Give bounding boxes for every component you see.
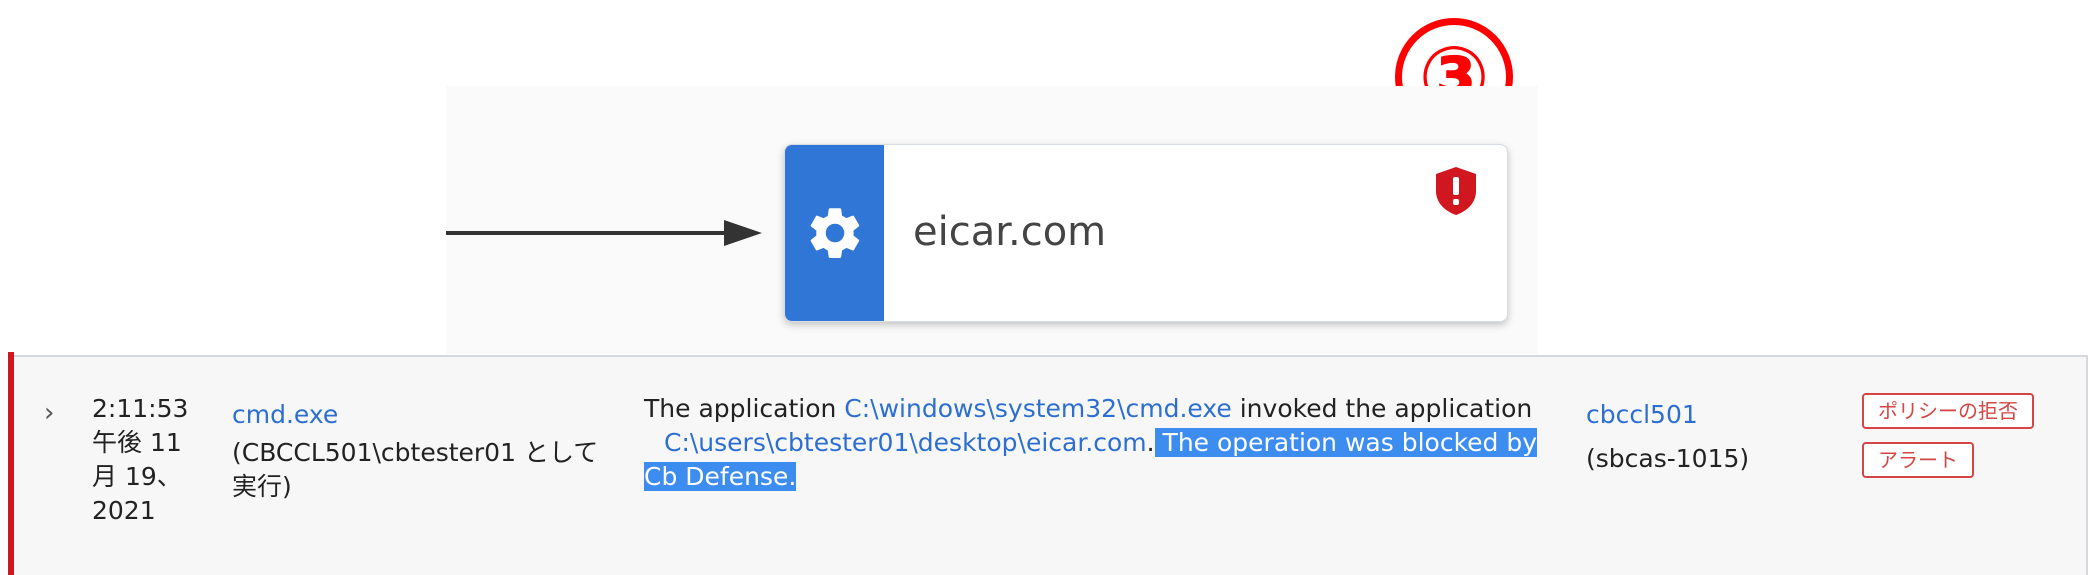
event-process: cmd.exe (CBCCL501\cbtester01 として 実行) (232, 398, 622, 504)
description-line-2: C:\users\cbtester01\desktop\eicar.com. T… (644, 426, 1564, 460)
event-time: 2:11:53 午後 11 月 19、 2021 (92, 392, 192, 528)
event-description: The application C:\windows\system32\cmd.… (644, 392, 1564, 494)
description-text: . (1146, 428, 1155, 457)
description-text: The application (644, 394, 845, 423)
policy-deny-badge: ポリシーの拒否 (1862, 393, 2034, 429)
event-device: cbccl501 (sbcas-1015) (1586, 398, 1806, 476)
screenshot-stage: ③ eicar.com › 2:11:53 午後 11 月 19、 2021 c… (0, 0, 2094, 575)
graph-edge-arrowhead (724, 220, 762, 246)
event-row-severity-bar (8, 352, 14, 575)
target-path-link[interactable]: C:\users\cbtester01\desktop\eicar.com (664, 428, 1147, 457)
process-name-link[interactable]: cmd.exe (232, 398, 622, 432)
device-name-link[interactable]: cbccl501 (1586, 398, 1806, 432)
description-text: invoked the application (1231, 394, 1533, 423)
process-node-eicar[interactable]: eicar.com (784, 144, 1508, 322)
gear-icon (810, 208, 859, 259)
event-time-line: 月 19、 (92, 462, 182, 491)
process-run-as: (CBCCL501\cbtester01 として (232, 438, 599, 467)
device-id: (sbcas-1015) (1586, 444, 1750, 473)
alert-badge: アラート (1862, 442, 1974, 478)
event-time-line: 午後 11 (92, 428, 182, 457)
event-time-line: 2021 (92, 496, 156, 525)
process-node-label: eicar.com (913, 209, 1107, 255)
description-line-3: Cb Defense. (644, 460, 1564, 494)
shield-alert-icon (1433, 165, 1479, 222)
process-run-as-cont: 実行) (232, 472, 292, 501)
selected-text: The operation was blocked by (1154, 428, 1538, 457)
parent-path-link[interactable]: C:\windows\system32\cmd.exe (844, 394, 1231, 423)
node-icon-block (785, 145, 884, 321)
selected-text: Cb Defense. (644, 462, 797, 491)
event-time-line: 2:11:53 (92, 394, 189, 423)
chevron-right-icon[interactable]: › (44, 400, 54, 426)
graph-edge-line (446, 231, 726, 235)
description-line-1: The application C:\windows\system32\cmd.… (644, 392, 1564, 426)
